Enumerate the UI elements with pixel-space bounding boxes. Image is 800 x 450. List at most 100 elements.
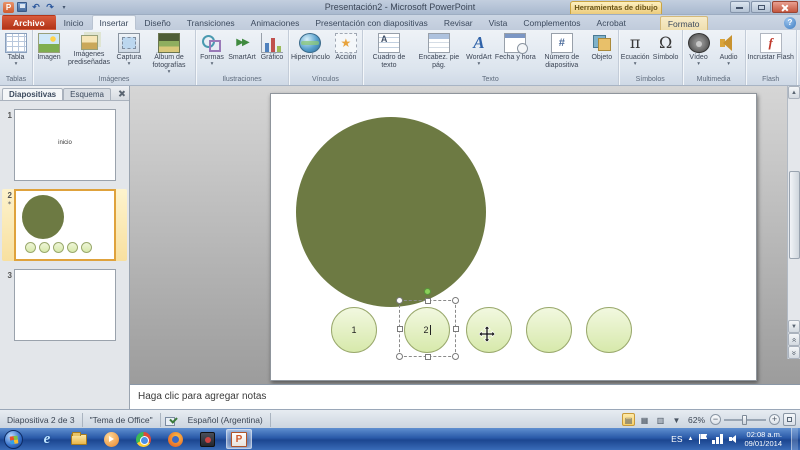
tab-diapositivas[interactable]: Diapositivas (2, 88, 64, 100)
selection-handle[interactable] (452, 297, 459, 304)
volume-icon[interactable] (729, 434, 739, 444)
theme-name[interactable]: "Tema de Office" (83, 412, 161, 427)
selection-handle[interactable] (425, 354, 431, 360)
qat-dropdown-icon[interactable]: ▾ (58, 2, 70, 13)
vertical-scrollbar[interactable]: ▲ ▼ « « (787, 86, 800, 359)
numero-diapositiva-button[interactable]: # Número de diapositiva (537, 31, 587, 70)
undo-button[interactable]: ↶ (30, 2, 42, 13)
taskbar-app-icon[interactable] (194, 429, 220, 449)
captura-button[interactable]: Captura (114, 31, 144, 66)
powerpoint-app-icon[interactable]: P (3, 1, 14, 13)
tab-vista[interactable]: Vista (481, 15, 516, 30)
notes-area[interactable]: Haga clic para agregar notas (130, 384, 800, 409)
objeto-button[interactable]: Objeto (587, 31, 617, 62)
selection-handle[interactable] (396, 353, 403, 360)
rotation-handle[interactable] (424, 288, 431, 295)
zoom-out-button[interactable]: − (710, 414, 721, 425)
tab-insertar[interactable]: Insertar (91, 15, 137, 30)
close-button[interactable] (772, 1, 798, 13)
reading-view-button[interactable]: ▥ (654, 413, 667, 426)
ecuacion-button[interactable]: π Ecuación (620, 31, 651, 66)
selection-handle[interactable] (453, 326, 459, 332)
language-indicator[interactable]: Español (Argentina) (181, 412, 271, 427)
zoom-in-button[interactable]: + (769, 414, 780, 425)
thumbnail-canvas-2[interactable] (14, 189, 116, 261)
audio-button[interactable]: Audio (714, 31, 744, 66)
small-circle-1[interactable]: 1 (331, 307, 377, 353)
selection-handle[interactable] (396, 297, 403, 304)
tab-esquema[interactable]: Esquema (63, 88, 111, 100)
encabezado-pie-button[interactable]: Encabez. pie pág. (414, 31, 464, 70)
minimize-button[interactable] (730, 1, 750, 13)
tab-revisar[interactable]: Revisar (436, 15, 481, 30)
slideshow-view-button[interactable]: ▼ (670, 413, 683, 426)
start-button[interactable] (4, 429, 23, 449)
slide-thumbnail-1[interactable]: 1 inicio (2, 109, 127, 181)
slide-thumbnail-2-selected[interactable]: 2 ✶ (2, 189, 127, 261)
taskbar-powerpoint-icon[interactable]: P (226, 429, 252, 449)
video-button[interactable]: Vídeo (684, 31, 714, 66)
taskbar-chrome-icon[interactable] (130, 429, 156, 449)
redo-button[interactable]: ↷ (44, 2, 56, 13)
hidden-icons-arrow[interactable]: ▲ (688, 436, 694, 442)
selection-handle[interactable] (397, 326, 403, 332)
scrollbar-thumb[interactable] (789, 171, 800, 259)
tab-presentacion[interactable]: Presentación con diapositivas (307, 15, 435, 30)
slide-canvas[interactable]: 1 2 (270, 93, 757, 381)
taskbar-clock[interactable]: 02:08 a.m. 09/01/2014 (744, 430, 786, 448)
maximize-button[interactable] (751, 1, 771, 13)
formas-button[interactable]: Formas (197, 31, 227, 66)
tab-animaciones[interactable]: Animaciones (243, 15, 308, 30)
normal-view-button[interactable]: ▤ (621, 413, 635, 426)
zoom-slider-thumb[interactable] (742, 414, 747, 425)
imagenes-predisenadas-button[interactable]: Imágenes prediseñadas (64, 31, 114, 67)
big-olive-circle-shape[interactable] (296, 117, 486, 307)
tab-acrobat[interactable]: Acrobat (589, 15, 634, 30)
tab-inicio[interactable]: Inicio (56, 15, 92, 30)
zoom-level[interactable]: 62% (686, 415, 707, 425)
thumbnail-canvas-1[interactable]: inicio (14, 109, 116, 181)
small-circle-4[interactable] (526, 307, 572, 353)
cuadro-texto-button[interactable]: A Cuadro de texto (364, 31, 414, 70)
taskbar-media-player-icon[interactable] (98, 429, 124, 449)
selection-handle[interactable] (425, 298, 431, 304)
close-panel-icon[interactable] (117, 89, 126, 98)
smartart-button[interactable]: SmartArt (227, 31, 257, 62)
simbolo-button[interactable]: Ω Símbolo (651, 31, 681, 62)
accion-button[interactable]: ★ Acción (331, 31, 361, 62)
zoom-slider[interactable] (724, 414, 766, 425)
help-icon[interactable]: ? (784, 17, 796, 29)
tab-diseno[interactable]: Diseño (136, 15, 178, 30)
imagen-button[interactable]: Imagen (34, 31, 64, 62)
wordart-button[interactable]: A WordArt (464, 31, 494, 66)
tabla-button[interactable]: Tabla (1, 31, 31, 66)
album-fotografias-button[interactable]: Álbum de fotografías (144, 31, 194, 74)
keyboard-language[interactable]: ES (671, 434, 682, 444)
taskbar-ie-icon[interactable]: e (34, 429, 60, 449)
fecha-hora-button[interactable]: Fecha y hora (494, 31, 537, 62)
thumbnail-canvas-3[interactable] (14, 269, 116, 341)
spellcheck-icon[interactable] (164, 415, 177, 426)
fit-to-window-button[interactable] (783, 413, 796, 426)
show-desktop-button[interactable] (791, 428, 798, 450)
tab-archivo[interactable]: Archivo (2, 15, 56, 30)
hipervinculo-button[interactable]: Hipervínculo (290, 31, 331, 62)
scroll-up-icon[interactable]: ▲ (788, 86, 800, 99)
taskbar-explorer-icon[interactable] (66, 429, 92, 449)
small-circle-5[interactable] (586, 307, 632, 353)
tab-formato[interactable]: Formato (659, 16, 708, 30)
incrustar-flash-button[interactable]: f Incrustar Flash (747, 31, 795, 62)
taskbar-firefox-icon[interactable] (162, 429, 188, 449)
grafico-button[interactable]: Gráfico (257, 31, 287, 62)
previous-slide-button[interactable]: « (788, 333, 800, 346)
slide-sorter-view-button[interactable]: ▦ (638, 413, 651, 426)
next-slide-button[interactable]: « (788, 346, 800, 359)
tab-complementos[interactable]: Complementos (515, 15, 588, 30)
tab-transiciones[interactable]: Transiciones (179, 15, 243, 30)
save-button[interactable] (16, 2, 28, 13)
network-icon[interactable] (712, 434, 725, 444)
scroll-down-icon[interactable]: ▼ (788, 320, 800, 333)
action-center-flag-icon[interactable] (698, 434, 707, 444)
selection-handle[interactable] (452, 353, 459, 360)
slide-thumbnail-3[interactable]: 3 (2, 269, 127, 341)
